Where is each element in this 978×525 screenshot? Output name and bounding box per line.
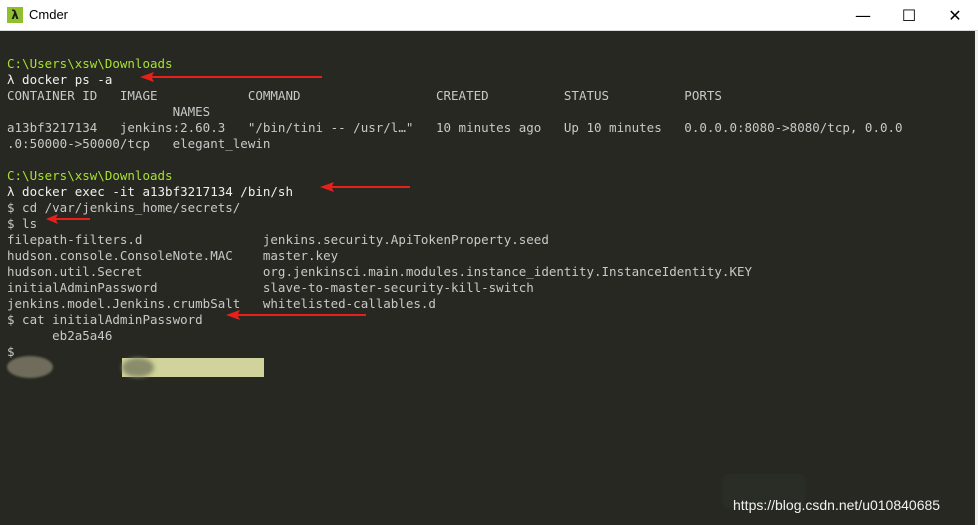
terminal-line-prompt: $ <box>7 344 15 359</box>
close-icon: ✕ <box>948 5 962 25</box>
terminal-line-command: λ docker exec -it a13bf3217134 /bin/sh <box>7 184 293 199</box>
minimize-button[interactable]: — <box>840 0 886 30</box>
terminal-line-password: eb2a5a46 <box>7 328 113 343</box>
terminal-line-ls-output: jenkins.model.Jenkins.crumbSalt whitelis… <box>7 296 436 311</box>
window-titlebar[interactable]: λ Cmder — ☐ ✕ <box>0 0 978 31</box>
terminal-line-cwd: C:\Users\xsw\Downloads <box>7 168 173 183</box>
terminal-line-command: λ docker ps -a <box>7 72 113 87</box>
window-title: Cmder <box>29 7 69 22</box>
red-arrow-annotation <box>46 214 90 224</box>
terminal-line-container-row-cont: .0:50000->50000/tcp elegant_lewin <box>7 136 271 151</box>
watermark-url: https://blog.csdn.net/u010840685 <box>733 497 941 513</box>
terminal-line-ls-output: filepath-filters.d jenkins.security.ApiT… <box>7 232 549 247</box>
terminal-line-cwd: C:\Users\xsw\Downloads <box>7 56 173 71</box>
terminal-line-ls-output: hudson.console.ConsoleNote.MAC master.ke… <box>7 248 339 263</box>
close-button[interactable]: ✕ <box>932 0 978 30</box>
terminal-line-command: $ cat initialAdminPassword <box>7 312 203 327</box>
terminal-line-ls-output: hudson.util.Secret org.jenkinsci.main.mo… <box>7 264 753 279</box>
red-arrow-annotation <box>320 182 410 192</box>
terminal-line-command: $ cd /var/jenkins_home/secrets/ <box>7 200 241 215</box>
terminal-line-header: CONTAINER ID IMAGE COMMAND CREATED STATU… <box>7 88 722 103</box>
terminal-line-header-names: NAMES <box>7 104 211 119</box>
red-arrow-annotation <box>140 72 322 82</box>
terminal-output[interactable]: C:\Users\xsw\Downloads λ docker ps -a CO… <box>0 31 978 525</box>
terminal-line-container-row: a13bf3217134 jenkins:2.60.3 "/bin/tini -… <box>7 120 903 135</box>
maximize-button[interactable]: ☐ <box>886 0 932 30</box>
terminal-line-command: $ ls <box>7 216 38 231</box>
minimize-icon: — <box>855 5 871 25</box>
maximize-icon: ☐ <box>901 5 917 25</box>
terminal-line-ls-output: initialAdminPassword slave-to-master-sec… <box>7 280 534 295</box>
redaction-blur <box>122 358 154 377</box>
cmder-lambda-icon: λ <box>7 7 23 23</box>
red-arrow-annotation <box>226 310 366 320</box>
